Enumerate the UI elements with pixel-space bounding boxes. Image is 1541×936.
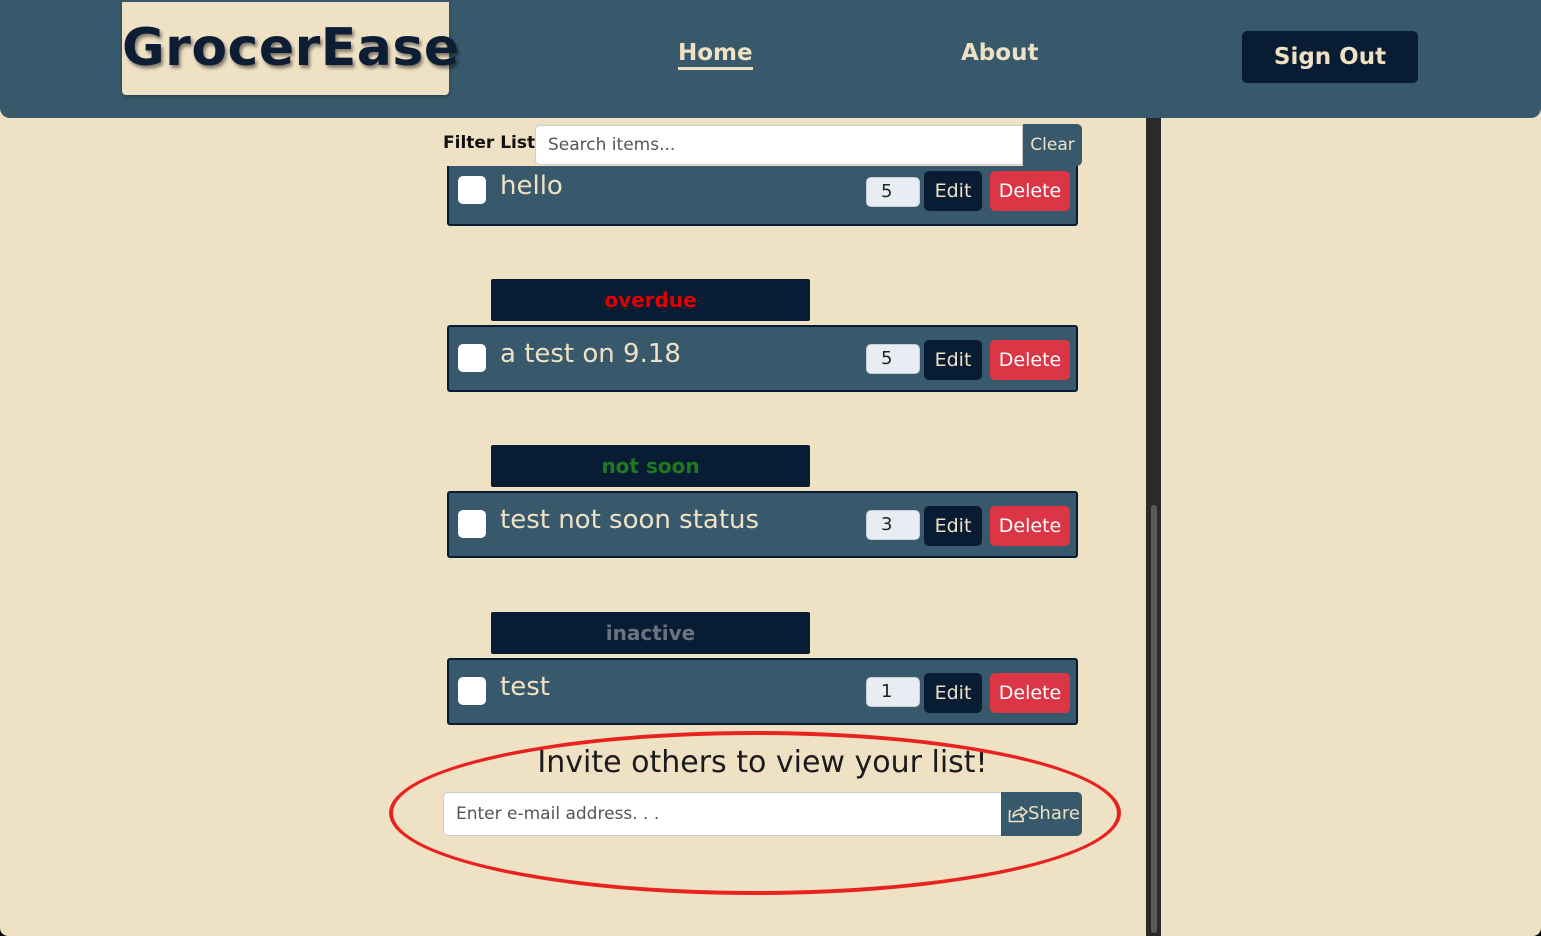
navbar: GrocerEase Home About Sign Out [0, 0, 1541, 118]
list-item: test 1 Edit Delete [447, 658, 1078, 725]
scrollbar-thumb[interactable] [1151, 505, 1157, 933]
edit-button[interactable]: Edit [924, 340, 982, 380]
logo-text: GrocerEase [122, 18, 460, 78]
item-name: hello [500, 171, 563, 201]
status-text: inactive [605, 621, 696, 645]
item-checkbox[interactable] [458, 176, 486, 204]
clear-filter-button[interactable]: Clear [1023, 124, 1082, 166]
item-checkbox[interactable] [458, 344, 486, 372]
status-text: not soon [601, 454, 700, 478]
logo[interactable]: GrocerEase [122, 2, 460, 95]
share-button[interactable]: Share [1001, 792, 1082, 836]
status-badge: overdue [491, 279, 810, 321]
list-item: hello 5 Edit Delete [447, 166, 1078, 226]
filter-label: Filter List: [443, 133, 542, 153]
item-checkbox[interactable] [458, 510, 486, 538]
quantity-input[interactable]: 5 [866, 177, 920, 207]
status-badge: inactive [491, 612, 810, 654]
share-label: Share [1028, 803, 1080, 824]
nav-about-link[interactable]: About [961, 40, 1038, 66]
invite-title: Invite others to view your list! [537, 745, 988, 780]
quantity-input[interactable]: 1 [866, 677, 920, 707]
edit-button[interactable]: Edit [924, 506, 982, 546]
delete-button[interactable]: Delete [990, 340, 1070, 380]
delete-button[interactable]: Delete [990, 506, 1070, 546]
item-name: test [500, 672, 550, 702]
list-item: test not soon status 3 Edit Delete [447, 491, 1078, 558]
delete-button[interactable]: Delete [990, 171, 1070, 211]
page: GrocerEase Home About Sign Out Filter Li… [0, 0, 1541, 936]
delete-button[interactable]: Delete [990, 673, 1070, 713]
sign-out-button[interactable]: Sign Out [1242, 31, 1418, 83]
invite-email-input[interactable] [443, 792, 1002, 836]
nav-home-link[interactable]: Home [678, 40, 753, 70]
quantity-input[interactable]: 3 [866, 510, 920, 540]
status-badge: not soon [491, 445, 810, 487]
item-checkbox[interactable] [458, 677, 486, 705]
quantity-input[interactable]: 5 [866, 344, 920, 374]
filter-search-input[interactable] [535, 125, 1023, 165]
item-name: test not soon status [500, 505, 760, 535]
list-item: a test on 9.18 5 Edit Delete [447, 325, 1078, 392]
edit-button[interactable]: Edit [924, 673, 982, 713]
item-name: a test on 9.18 [500, 339, 681, 369]
edit-button[interactable]: Edit [924, 171, 982, 211]
status-text: overdue [604, 288, 697, 312]
share-icon [1008, 806, 1028, 823]
